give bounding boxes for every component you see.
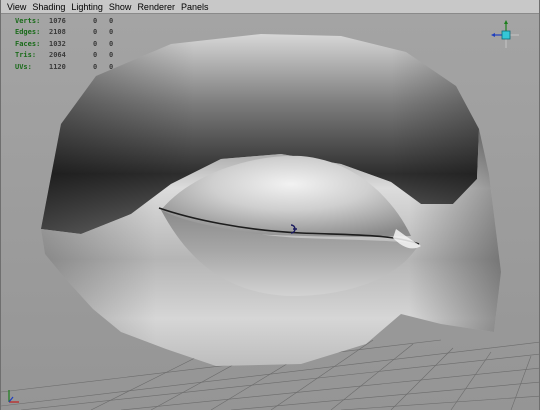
hud-value: 2064 [49,51,66,60]
hud-value: 0 [93,39,98,48]
hud-label: Faces: [15,39,41,48]
hud-row-tris: Tris: 2064 0 0 [15,50,125,62]
hud-value: 0 [109,62,114,71]
poly-count-hud: Verts: 1076 0 0 Edges: 2108 0 0 Faces: 1… [15,15,125,73]
hud-value: 0 [109,28,114,37]
hud-label: UVs: [15,62,32,71]
eye-mesh[interactable] [41,34,501,366]
hud-value: 1032 [49,39,66,48]
maya-viewport[interactable]: View Shading Lighting Show Renderer Pane… [0,0,540,410]
hud-value: 0 [93,16,98,25]
hud-label: Edges: [15,28,41,37]
menu-shading[interactable]: Shading [32,0,65,14]
hud-value: 0 [93,62,98,71]
hud-value: 0 [109,16,114,25]
hud-value: 0 [93,28,98,37]
menu-view[interactable]: View [7,0,26,14]
hud-row-edges: Edges: 2108 0 0 [15,27,125,39]
hud-label: Tris: [15,51,37,60]
hud-value: 1076 [49,16,66,25]
hud-row-faces: Faces: 1032 0 0 [15,38,125,50]
menu-lighting[interactable]: Lighting [71,0,103,14]
hud-value: 0 [109,39,114,48]
origin-axis-icon [8,390,19,403]
hud-value: 0 [93,51,98,60]
scene-canvas[interactable] [1,14,540,410]
hud-row-verts: Verts: 1076 0 0 [15,15,125,27]
hud-value: 0 [109,51,114,60]
hud-value: 2108 [49,28,66,37]
viewport-menu-bar: View Shading Lighting Show Renderer Pane… [1,0,539,14]
hud-label: Verts: [15,16,41,25]
hud-row-uvs: UVs: 1120 0 0 [15,61,125,73]
menu-renderer[interactable]: Renderer [137,0,175,14]
menu-show[interactable]: Show [109,0,132,14]
view-axis-gizmo-icon[interactable] [491,20,521,50]
hud-value: 1120 [49,62,66,71]
menu-panels[interactable]: Panels [181,0,209,14]
